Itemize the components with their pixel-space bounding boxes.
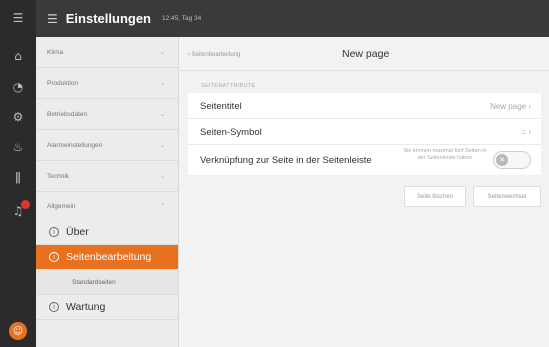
chevron-down-icon: ⌄ (159, 110, 165, 118)
sidebar-item-label: Technik (47, 172, 70, 180)
page-title-row[interactable]: Seitentitel New page › (188, 93, 541, 119)
section-label: SEITENATTRIBUTE (201, 83, 256, 89)
notification-badge (21, 200, 30, 209)
sidebar-item-technik[interactable]: Technik ⌄ (36, 161, 178, 192)
icon-rail: ☰ ⌂ ◔ ⚙ ♨ ǁ ♫ ☺ (0, 0, 36, 347)
info-icon: i (49, 252, 59, 262)
sidebar-item-label: Betriebsdaten (47, 110, 88, 118)
sidebar-item-label: Alarmeinstellungen (47, 141, 103, 149)
sidebar-item-label: Produktion (47, 79, 79, 87)
sidebar-item-allgemein[interactable]: Allgemein ⌃ (36, 192, 178, 220)
sidebar-link-note: Sie können maximal fünf Seiten in der Se… (403, 148, 487, 161)
sidebar-subitem-page-edit[interactable]: i Seitenbearbeitung (36, 245, 178, 270)
page-symbol-label: Seiten-Symbol (200, 127, 262, 138)
sidebar-subitem-maintenance[interactable]: i Wartung (36, 295, 178, 320)
page-title-text: New page (490, 102, 527, 111)
back-link[interactable]: ‹ Seitenbearbeitung (188, 52, 240, 58)
thermometer-icon[interactable]: ǁ (0, 163, 36, 191)
chevron-down-icon: ⌄ (159, 48, 165, 56)
sidebar-subitem-label: Über (66, 226, 89, 238)
page-symbol-row[interactable]: Seiten-Symbol ⌂ › (188, 119, 541, 145)
settings-sidebar: Klima ⌄ Produktion ⌄ Betriebsdaten ⌄ Ala… (36, 37, 179, 347)
content-header: ‹ Seitenbearbeitung New page (179, 37, 549, 71)
chevron-down-icon: ⌄ (159, 141, 165, 149)
notification-icon[interactable]: ♫ (0, 197, 36, 225)
delete-page-button[interactable]: Seite löschen (404, 186, 466, 207)
toggle-off-icon: ✕ (496, 154, 508, 166)
main-panel: ‹ Seitenbearbeitung New page SEITENATTRI… (179, 37, 549, 347)
content-title: New page (342, 48, 390, 60)
sidebar-link-row: Verknüpfung zur Seite in der Seitenleist… (188, 145, 541, 175)
dashboard-icon[interactable]: ◔ (0, 73, 36, 101)
home-icon[interactable]: ⌂ (0, 42, 36, 70)
chevron-right-icon: › (528, 102, 531, 111)
alarm-icon[interactable]: ♨ (0, 133, 36, 161)
settings-sliders-icon: ☰ (47, 11, 58, 26)
menu-icon[interactable]: ☰ (0, 4, 36, 32)
info-icon: i (49, 227, 59, 237)
sidebar-subitem-about[interactable]: i Über (36, 220, 178, 245)
top-bar: ☰ Einstellungen 12:45, Tag 34 (36, 0, 549, 37)
clock-day-readout: 12:45, Tag 34 (162, 15, 202, 22)
sidebar-subitem-label: Seitenbearbeitung (66, 251, 152, 263)
info-icon: i (49, 302, 59, 312)
sidebar-link-label: Verknüpfung zur Seite in der Seitenleist… (200, 155, 372, 166)
sidebar-link-toggle[interactable]: ✕ (493, 151, 531, 169)
sidebar-subitem-standard-pages[interactable]: Standardseiten (36, 270, 178, 295)
back-link-label: Seitenbearbeitung (191, 52, 241, 58)
sidebar-subitem-label: Wartung (66, 301, 106, 313)
home-icon: ⌂ (521, 127, 527, 136)
page-symbol-value: ⌂ › (521, 127, 531, 136)
chevron-up-icon: ⌃ (159, 202, 165, 210)
sidebar-item-klima[interactable]: Klima ⌄ (36, 37, 178, 68)
chevron-down-icon: ⌄ (159, 172, 165, 180)
sidebar-item-alarmeinstellungen[interactable]: Alarmeinstellungen ⌄ (36, 130, 178, 161)
attributes-card: Seitentitel New page › Seiten-Symbol ⌂ ›… (188, 93, 541, 175)
page-title: Einstellungen (65, 11, 151, 26)
sidebar-item-label: Klima (47, 48, 64, 56)
page-title-label: Seitentitel (200, 101, 242, 112)
switch-page-button[interactable]: Seitenwechsel (473, 186, 541, 207)
sidebar-item-produktion[interactable]: Produktion ⌄ (36, 68, 178, 99)
sidebar-item-betriebsdaten[interactable]: Betriebsdaten ⌄ (36, 99, 178, 130)
chevron-down-icon: ⌄ (159, 79, 165, 87)
sidebar-item-label: Allgemein (47, 202, 76, 210)
page-title-value: New page › (490, 102, 531, 111)
production-icon[interactable]: ⚙ (0, 103, 36, 131)
chevron-right-icon: › (528, 127, 531, 136)
avatar[interactable]: ☺ (9, 322, 27, 340)
